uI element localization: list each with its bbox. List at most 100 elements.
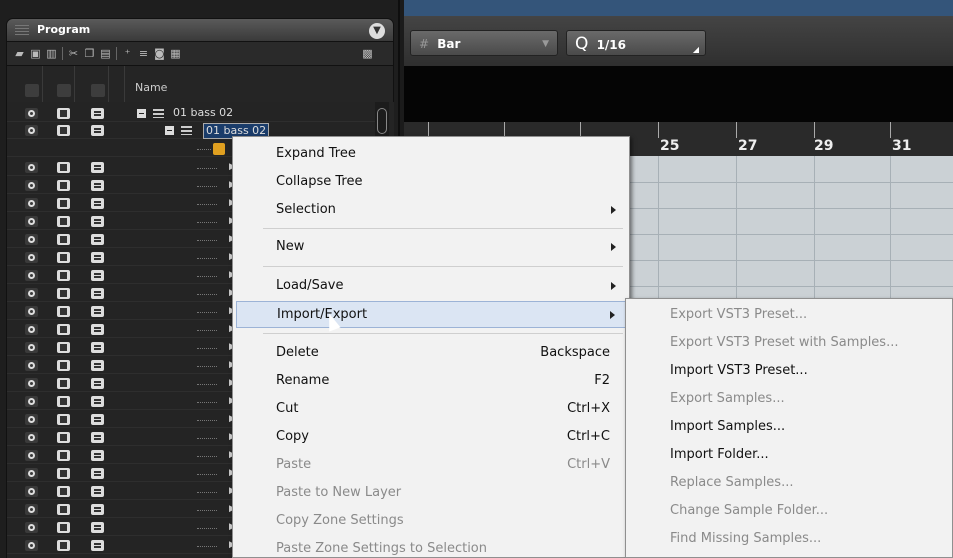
- menu-item-load-save[interactable]: Load/Save: [236, 273, 626, 300]
- copy-icon[interactable]: ❐: [83, 47, 96, 60]
- cut-icon[interactable]: ✂: [67, 47, 80, 60]
- collapse-node-icon[interactable]: [165, 126, 174, 135]
- trash-icon[interactable]: ▥: [45, 47, 58, 60]
- mute-icon[interactable]: [57, 216, 70, 227]
- solo-icon[interactable]: [91, 450, 104, 461]
- visibility-icon[interactable]: [25, 540, 38, 551]
- submenu-export-vst3-preset-with-samples[interactable]: Export VST3 Preset with Samples...: [670, 335, 898, 350]
- solo-icon[interactable]: [91, 270, 104, 281]
- mute-icon[interactable]: [57, 468, 70, 479]
- mute-icon[interactable]: [57, 125, 70, 136]
- solo-icon[interactable]: [91, 522, 104, 533]
- solo-icon[interactable]: [91, 288, 104, 299]
- visibility-icon[interactable]: [25, 306, 38, 317]
- solo-icon[interactable]: [91, 486, 104, 497]
- submenu-export-vst3-preset[interactable]: Export VST3 Preset...: [670, 307, 807, 322]
- visibility-icon[interactable]: [25, 468, 38, 479]
- solo-icon[interactable]: [91, 414, 104, 425]
- mute-icon[interactable]: [57, 270, 70, 281]
- visibility-icon[interactable]: [25, 414, 38, 425]
- visibility-icon[interactable]: [25, 270, 38, 281]
- visibility-icon[interactable]: [25, 360, 38, 371]
- visibility-icon[interactable]: [25, 288, 38, 299]
- visibility-icon[interactable]: [25, 504, 38, 515]
- solo-icon[interactable]: [91, 216, 104, 227]
- visibility-icon[interactable]: [25, 396, 38, 407]
- paste-icon[interactable]: ▤: [99, 47, 112, 60]
- submenu-import-folder[interactable]: Import Folder...: [670, 447, 769, 462]
- mute-icon[interactable]: [57, 234, 70, 245]
- mute-icon[interactable]: [57, 450, 70, 461]
- mute-icon[interactable]: [57, 504, 70, 515]
- grid-type-select[interactable]: # Bar ▼: [410, 30, 558, 56]
- solo-icon[interactable]: [91, 198, 104, 209]
- visibility-icon[interactable]: [25, 162, 38, 173]
- mute-icon[interactable]: [57, 252, 70, 263]
- menu-item-paste-to-new-layer[interactable]: Paste to New Layer: [236, 480, 626, 507]
- submenu-import-samples[interactable]: Import Samples...: [670, 419, 785, 434]
- visibility-icon[interactable]: [25, 125, 38, 136]
- submenu-import-vst3-preset[interactable]: Import VST3 Preset...: [670, 363, 808, 378]
- visibility-icon[interactable]: [25, 450, 38, 461]
- visibility-icon[interactable]: [25, 108, 38, 119]
- mute-icon[interactable]: [57, 180, 70, 191]
- program-name[interactable]: 01 bass 02: [173, 106, 233, 119]
- menu-item-new[interactable]: New: [236, 234, 626, 261]
- submenu-find-missing-samples[interactable]: Find Missing Samples...: [670, 531, 821, 546]
- visibility-icon[interactable]: [25, 252, 38, 263]
- mute-icon[interactable]: [57, 108, 70, 119]
- menu-item-delete[interactable]: Delete Backspace: [236, 340, 626, 367]
- mute-icon[interactable]: [57, 540, 70, 551]
- mute-icon[interactable]: [57, 342, 70, 353]
- save-icon[interactable]: ▣: [29, 47, 42, 60]
- mute-icon[interactable]: [57, 378, 70, 389]
- menu-item-expand-tree[interactable]: Expand Tree: [236, 141, 626, 168]
- menu-item-collapse-tree[interactable]: Collapse Tree: [236, 169, 626, 196]
- solo-icon[interactable]: [91, 108, 104, 119]
- solo-icon[interactable]: [91, 342, 104, 353]
- solo-icon[interactable]: [91, 396, 104, 407]
- solo-icon[interactable]: [91, 468, 104, 479]
- new-macro-icon[interactable]: ◙: [153, 47, 166, 60]
- submenu-change-sample-folder[interactable]: Change Sample Folder...: [670, 503, 828, 518]
- menu-item-import-export[interactable]: Import/Export: [236, 301, 626, 328]
- submenu-export-samples[interactable]: Export Samples...: [670, 391, 785, 406]
- visibility-icon[interactable]: [25, 378, 38, 389]
- mute-icon[interactable]: [57, 522, 70, 533]
- visibility-icon[interactable]: [25, 432, 38, 443]
- solo-icon[interactable]: [91, 360, 104, 371]
- collapse-node-icon[interactable]: [137, 109, 146, 118]
- visibility-icon[interactable]: [25, 198, 38, 209]
- tree-row-program[interactable]: 01 bass 02: [7, 106, 377, 122]
- scrollbar-thumb[interactable]: [377, 108, 387, 134]
- mute-icon[interactable]: [57, 324, 70, 335]
- mute-icon[interactable]: [57, 162, 70, 173]
- mute-icon[interactable]: [57, 486, 70, 497]
- menu-item-copy-zone-settings[interactable]: Copy Zone Settings: [236, 508, 626, 535]
- solo-icon[interactable]: [91, 540, 104, 551]
- menu-item-rename[interactable]: Rename F2: [236, 368, 626, 395]
- menu-item-selection[interactable]: Selection: [236, 197, 626, 224]
- solo-icon[interactable]: [91, 378, 104, 389]
- drag-grip-icon[interactable]: [15, 25, 29, 35]
- menu-item-paste-zone-settings[interactable]: Paste Zone Settings to Selection: [236, 536, 626, 558]
- solo-icon[interactable]: [91, 504, 104, 515]
- menu-item-paste[interactable]: Paste Ctrl+V: [236, 452, 626, 479]
- mute-icon[interactable]: [57, 198, 70, 209]
- visibility-icon[interactable]: [25, 522, 38, 533]
- menu-item-cut[interactable]: Cut Ctrl+X: [236, 396, 626, 423]
- submenu-replace-samples[interactable]: Replace Samples...: [670, 475, 793, 490]
- solo-icon[interactable]: [91, 252, 104, 263]
- solo-icon[interactable]: [91, 180, 104, 191]
- visibility-icon[interactable]: [25, 234, 38, 245]
- new-midi-module-icon[interactable]: ▦: [169, 47, 182, 60]
- mute-icon[interactable]: [57, 432, 70, 443]
- solo-icon[interactable]: [91, 234, 104, 245]
- new-layer-icon[interactable]: ≡: [137, 47, 150, 60]
- menu-item-copy[interactable]: Copy Ctrl+C: [236, 424, 626, 451]
- collapse-panel-icon[interactable]: ▼: [369, 23, 385, 39]
- mute-icon[interactable]: [57, 306, 70, 317]
- mute-icon[interactable]: [57, 360, 70, 371]
- mute-icon[interactable]: [57, 396, 70, 407]
- visibility-icon[interactable]: [25, 216, 38, 227]
